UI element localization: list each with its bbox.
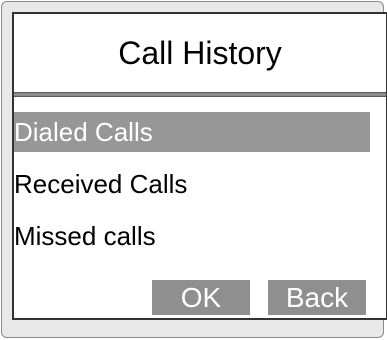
title-bar: Call History — [14, 14, 386, 92]
menu-item-missed-calls[interactable]: Missed calls — [14, 216, 370, 256]
device-frame: Call History Dialed Calls Received Calls… — [1, 1, 387, 338]
back-button-label: Back — [285, 281, 349, 313]
ok-button-label: OK — [180, 281, 222, 313]
menu-item-label: Missed calls — [14, 220, 156, 251]
menu-item-dialed-calls[interactable]: Dialed Calls — [14, 112, 370, 152]
menu-item-received-calls[interactable]: Received Calls — [14, 164, 370, 204]
title-divider — [14, 92, 386, 97]
page-title: Call History — [118, 34, 282, 71]
menu-item-label: Dialed Calls — [14, 116, 153, 147]
ok-button[interactable]: OK — [152, 280, 250, 315]
menu-item-label: Received Calls — [14, 168, 188, 199]
call-history-dialog: Call History Dialed Calls Received Calls… — [12, 12, 387, 320]
back-button[interactable]: Back — [268, 280, 366, 315]
